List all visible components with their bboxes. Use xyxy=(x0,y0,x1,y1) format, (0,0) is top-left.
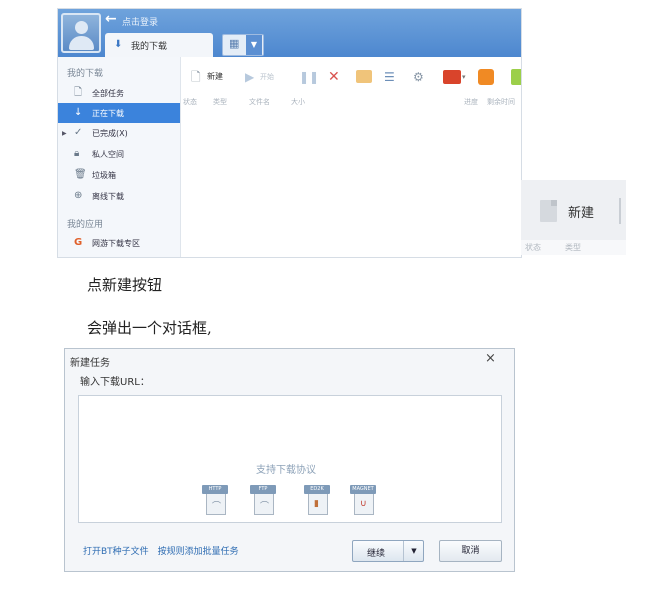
grid-icon: ▦ xyxy=(229,37,240,50)
sidebar-item-trash[interactable]: 🗑︎ 垃圾箱 xyxy=(58,165,180,185)
zoomed-toolbar-crop: 新建 状态 类型 xyxy=(521,180,626,255)
download-icon: ⬇ xyxy=(114,39,123,50)
sidebar-item-all-tasks[interactable]: 🗋 全部任务 xyxy=(58,83,180,103)
column-header: 状态 类型 xyxy=(521,240,626,255)
open-bt-seed-link[interactable]: 打开BT种子文件 xyxy=(83,547,149,557)
gear-icon[interactable]: ⚙ xyxy=(413,65,424,89)
avatar[interactable] xyxy=(61,13,101,53)
column-status[interactable]: 状态 xyxy=(183,97,197,107)
new-task-button[interactable]: 新建 xyxy=(568,202,594,221)
document-icon: 🗋 xyxy=(74,87,83,98)
sidebar-section-title: 我的下载 xyxy=(67,69,104,79)
column-size[interactable]: 大小 xyxy=(291,97,305,107)
sidebar-item-completed[interactable]: ✓ 已完成(X) xyxy=(58,123,180,143)
start-button[interactable]: 开始 xyxy=(260,65,274,89)
sidebar-section-title: 我的应用 xyxy=(67,220,104,230)
ed2k-protocol-icon: ED2K ▮ xyxy=(304,485,332,515)
cancel-button[interactable]: 取消 xyxy=(439,540,502,562)
new-file-icon xyxy=(540,200,557,222)
column-type[interactable]: 类型 xyxy=(213,97,227,107)
toolbar: 🗋 新建 ▶ 开始 ❚❚ ✕ ☰ ⚙ ▾ xyxy=(181,65,521,91)
column-header: 状态 类型 文件名 大小 进度 剩余时间 xyxy=(181,97,521,111)
column-remaining[interactable]: 剩余时间 xyxy=(487,97,515,107)
dialog-links: 打开BT种子文件 按规则添加批量任务 xyxy=(83,544,245,557)
new-task-button[interactable]: 新建 xyxy=(207,65,223,89)
sidebar-item-label: 私人空间 xyxy=(92,150,124,159)
sidebar-item-label: 正在下载 xyxy=(92,109,124,118)
column-filename[interactable]: 文件名 xyxy=(249,97,270,107)
app-icon[interactable] xyxy=(511,69,521,85)
sidebar-item-label: 垃圾箱 xyxy=(92,171,116,180)
new-task-dialog: 新建任务 × 输入下载URL： 支持下载协议 HTTP ⌒ FTP ⌒ ED2K ▮ … xyxy=(64,348,515,572)
sidebar-item-private-space[interactable]: 🔒︎ 私人空间 xyxy=(58,144,180,164)
download-arrow-icon: ↓ xyxy=(74,107,83,118)
column-status: 状态 xyxy=(525,243,541,252)
sidebar-item-downloading[interactable]: ↓ 正在下载 xyxy=(58,103,180,123)
url-input[interactable] xyxy=(78,395,502,523)
close-icon[interactable]: × xyxy=(485,351,496,366)
folder-icon[interactable] xyxy=(356,70,372,83)
lock-icon: 🔒︎ xyxy=(74,148,80,159)
tab-my-downloads[interactable]: ⬇ 我的下载 xyxy=(105,33,213,57)
vip-icon[interactable] xyxy=(443,70,461,84)
supported-protocols-hint: 支持下载协议 xyxy=(256,465,316,476)
column-type: 类型 xyxy=(565,243,581,252)
new-file-icon: 🗋 xyxy=(191,70,201,84)
back-arrow-icon[interactable]: ← xyxy=(105,11,117,27)
login-link[interactable]: 点击登录 xyxy=(122,15,158,28)
list-icon[interactable]: ☰ xyxy=(384,65,395,89)
game-icon: G xyxy=(74,237,83,248)
view-switch-button[interactable]: ▦ ▼ xyxy=(222,34,264,56)
http-protocol-icon: HTTP ⌒ xyxy=(202,485,230,515)
download-manager-window: ← 点击登录 ⬇ 我的下载 ▦ ▼ 我的下载 🗋 全部任务 ↓ 正在下载 ▶ ✓… xyxy=(57,8,522,258)
sidebar-item-label: 离线下载 xyxy=(92,192,124,201)
continue-button[interactable]: 继续 ▼ xyxy=(352,540,424,562)
divider xyxy=(619,198,621,224)
pause-icon[interactable]: ❚❚ xyxy=(299,65,319,89)
sidebar-item-offline-download[interactable]: ⊕ 离线下载 xyxy=(58,186,180,206)
sidebar: 我的下载 🗋 全部任务 ↓ 正在下载 ▶ ✓ 已完成(X) 🔒︎ 私人空间 🗑︎… xyxy=(58,57,181,257)
magnet-protocol-icon: MAGNET ∪ xyxy=(350,485,378,515)
play-icon[interactable]: ▶ xyxy=(245,65,254,89)
chevron-down-icon[interactable]: ▼ xyxy=(403,541,424,561)
ftp-protocol-icon: FTP ⌒ xyxy=(250,485,278,515)
continue-label: 继续 xyxy=(367,549,386,559)
sidebar-item-label: 已完成(X) xyxy=(92,129,128,138)
chevron-down-icon[interactable]: ▾ xyxy=(462,65,466,89)
instruction-text: 点新建按钮 xyxy=(87,276,163,294)
sidebar-item-game-downloads[interactable]: G 网游下载专区 xyxy=(58,233,180,253)
batch-task-link[interactable]: 按规则添加批量任务 xyxy=(158,547,239,557)
chevron-down-icon: ▼ xyxy=(246,35,262,55)
app-icon[interactable] xyxy=(478,69,494,85)
cloud-download-icon: ⊕ xyxy=(74,190,83,201)
sidebar-item-label: 网游下载专区 xyxy=(92,239,140,248)
tab-label: 我的下载 xyxy=(131,42,168,52)
column-progress[interactable]: 进度 xyxy=(464,97,478,107)
delete-icon[interactable]: ✕ xyxy=(328,65,340,89)
instruction-text: 会弹出一个对话框, xyxy=(87,319,212,337)
url-prompt-label: 输入下载URL： xyxy=(80,377,150,388)
sidebar-item-label: 全部任务 xyxy=(92,89,124,98)
trash-icon: 🗑︎ xyxy=(74,169,87,180)
dialog-title: 新建任务 xyxy=(70,358,110,369)
check-icon: ✓ xyxy=(74,127,83,138)
